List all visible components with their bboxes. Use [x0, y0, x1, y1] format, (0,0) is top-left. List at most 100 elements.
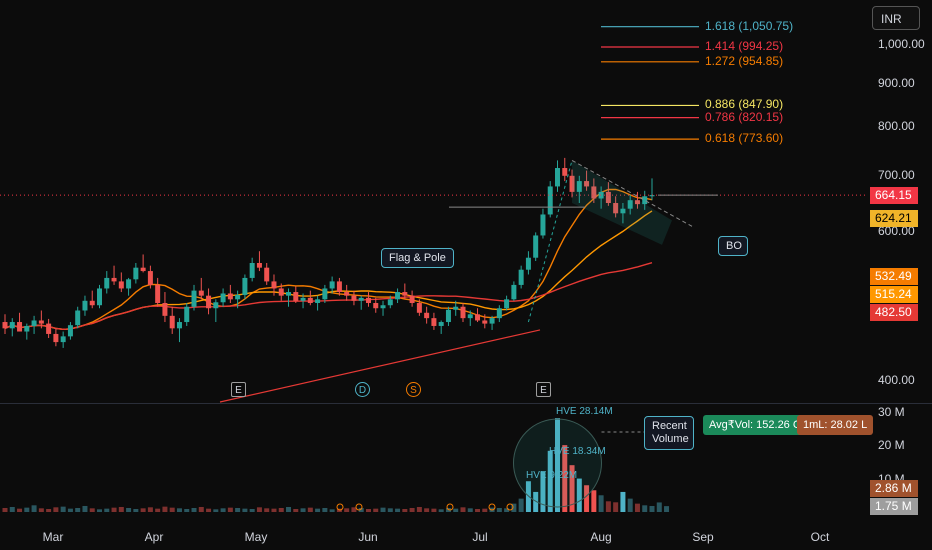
volume-bar	[89, 508, 95, 512]
candle-body	[424, 312, 430, 319]
recent-volume-callout[interactable]: Recent Volume	[644, 416, 694, 450]
volume-bar	[242, 508, 248, 512]
volume-bar	[24, 507, 30, 512]
volume-bar	[264, 508, 270, 512]
avg-volume-badge: Avg₹Vol: 152.26 Cr	[703, 415, 811, 435]
fib-lines	[601, 26, 699, 140]
volume-bar	[111, 507, 117, 512]
price-chart[interactable]	[0, 0, 932, 550]
volume-bar	[344, 508, 350, 512]
volume-bar	[634, 503, 640, 512]
candle-body	[220, 293, 226, 303]
price-tick-label: 400.00	[878, 373, 915, 388]
month-label: Apr	[144, 530, 164, 544]
candle-body	[271, 281, 277, 289]
candle-body	[104, 277, 110, 289]
fib-level-label: 1.618 (1,050.75)	[705, 18, 794, 33]
volume-bar	[2, 507, 8, 512]
volume-bar	[249, 508, 255, 512]
fib-level-label: 1.414 (994.25)	[705, 38, 784, 53]
candle-body	[453, 306, 459, 310]
volume-bars	[2, 418, 670, 512]
candle-body	[191, 290, 197, 307]
long-trendline	[219, 329, 541, 403]
volume-bar	[460, 507, 466, 512]
volume-bar	[126, 507, 132, 512]
candle-body	[75, 310, 81, 326]
moving-averages	[4, 188, 653, 331]
volume-bar	[17, 508, 23, 512]
moving-average-line	[4, 210, 653, 331]
volume-bar	[424, 508, 430, 512]
flag-pole-callout[interactable]: Flag & Pole	[381, 248, 454, 268]
candle-body	[409, 295, 415, 304]
volume-bar	[416, 506, 422, 512]
volume-bar	[300, 508, 306, 512]
volume-bar	[38, 508, 44, 512]
volume-bar	[613, 502, 619, 512]
volume-bar	[307, 507, 313, 512]
volume-bar	[365, 508, 371, 512]
volume-bar	[329, 509, 335, 512]
candle-body	[380, 305, 386, 309]
volume-bar	[213, 509, 219, 512]
volume-bar	[598, 495, 604, 512]
volume-bar	[293, 508, 299, 512]
volume-bar	[191, 507, 197, 512]
breakout-callout[interactable]: BO	[718, 236, 748, 256]
event-marker-earnings: E	[536, 382, 551, 397]
candle-body	[133, 267, 139, 280]
candle-body	[489, 318, 495, 324]
volume-bar	[140, 508, 146, 512]
volume-bar	[402, 508, 408, 512]
candle-body	[438, 322, 444, 326]
volume-bar	[664, 506, 670, 512]
volume-bar	[220, 508, 226, 512]
candle-body	[533, 235, 539, 258]
volume-bar	[518, 498, 524, 512]
price-tag: 482.50	[870, 304, 918, 322]
candle-body	[445, 309, 451, 323]
candle-body	[482, 320, 488, 324]
volume-bar	[322, 507, 328, 512]
currency-selector[interactable]: INR	[872, 6, 920, 30]
candle-body	[198, 290, 204, 296]
candle-body	[60, 336, 66, 343]
candle-body	[460, 306, 466, 319]
volume-bar	[53, 507, 59, 512]
candle-body	[46, 323, 52, 334]
candle-body	[235, 294, 241, 300]
month-label: Mar	[42, 530, 64, 544]
candle-body	[511, 284, 517, 300]
volume-bar	[387, 508, 393, 512]
avg-1m-badge: 1mL: 28.02 L	[797, 415, 874, 435]
volume-bar	[380, 507, 386, 512]
candle-body	[126, 279, 132, 289]
volume-bar	[431, 508, 437, 512]
volume-bar	[162, 506, 168, 512]
volume-bar	[409, 507, 415, 512]
price-tag: 624.21	[870, 209, 918, 227]
candle-body	[344, 292, 350, 296]
candle-body	[554, 168, 560, 187]
candle-body	[38, 320, 44, 324]
volume-bar	[82, 505, 88, 512]
candle-body	[97, 288, 103, 306]
candle-body	[300, 297, 306, 301]
moving-average-line	[4, 262, 653, 331]
price-tick-label: 1,000.00	[878, 36, 925, 51]
volume-bar	[227, 507, 233, 512]
price-tag: 664.15	[870, 187, 918, 205]
volume-bar	[278, 507, 284, 512]
candle-body	[402, 292, 408, 296]
month-label: Jun	[358, 530, 378, 544]
fib-level-label: 0.786 (820.15)	[705, 109, 784, 124]
volume-bar	[591, 490, 597, 512]
volume-bar	[475, 508, 481, 512]
volume-bar	[9, 506, 15, 512]
candle-body	[395, 292, 401, 300]
candle-body	[518, 269, 524, 285]
moving-average-line	[4, 188, 653, 331]
volume-bar	[373, 508, 379, 512]
candle-body	[227, 293, 233, 300]
